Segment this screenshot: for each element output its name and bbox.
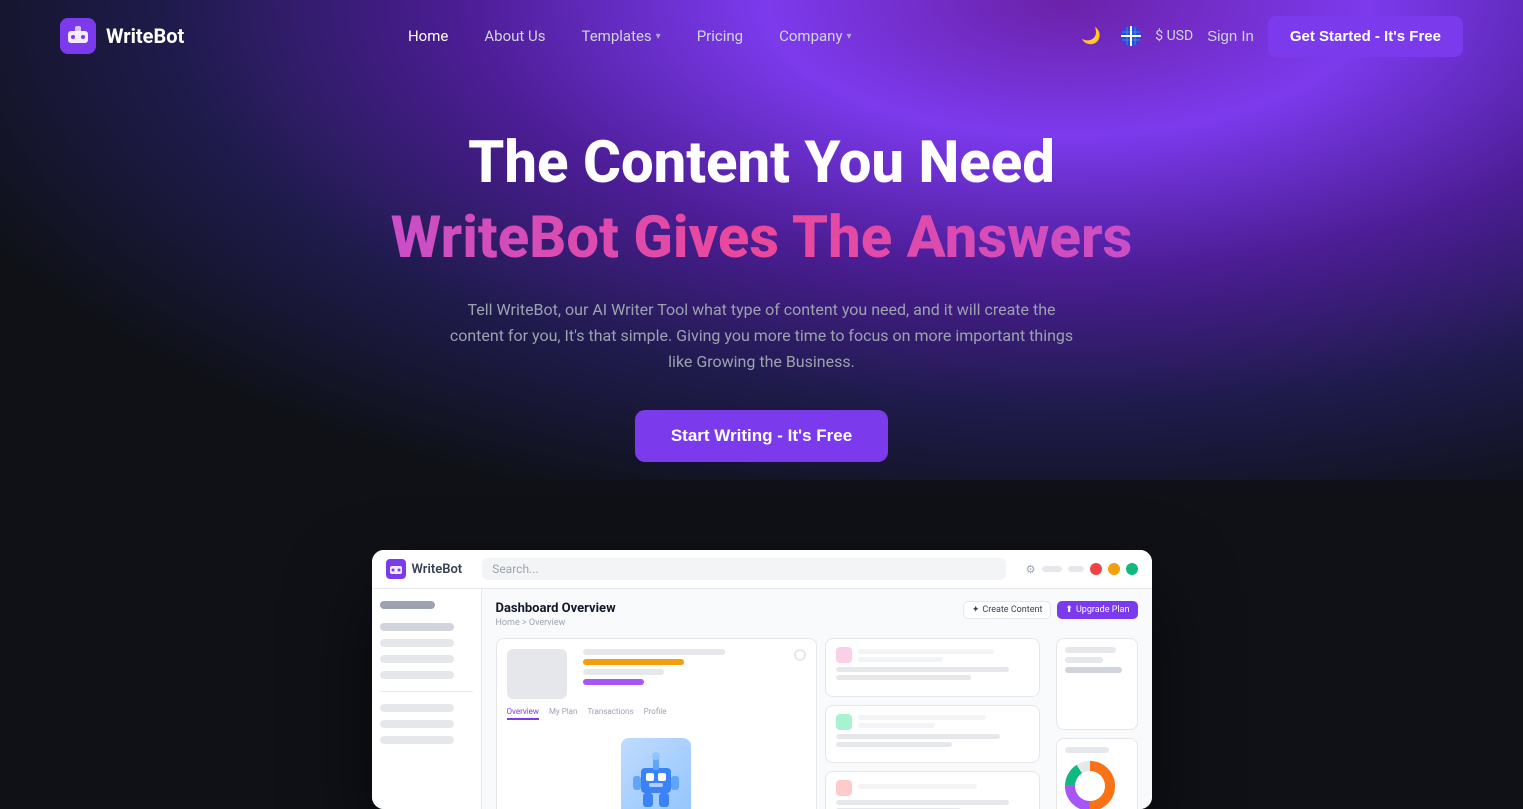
gear-icon: ⚙ (1026, 563, 1036, 576)
sidebar-item-5 (380, 704, 454, 712)
stats-bar-3 (1065, 667, 1123, 673)
mini-card-3-body (836, 800, 1028, 809)
plus-icon: ✦ (972, 605, 980, 615)
pie-chart-card (1056, 738, 1138, 809)
get-started-button[interactable]: Get Started - It's Free (1268, 16, 1463, 57)
dashboard-body: Dashboard Overview Home > Overview ✦ Cre… (372, 589, 1152, 809)
hero-title-line1: The Content You Need (20, 132, 1503, 196)
dashboard-titlebar: WriteBot Search... ⚙ (372, 550, 1152, 589)
card-line-2 (583, 669, 665, 675)
dash-logo-icon (386, 559, 406, 579)
progress-bar (1042, 566, 1062, 572)
dashboard-main-header: Dashboard Overview Home > Overview ✦ Cre… (496, 601, 1138, 628)
tab-profile: Profile (644, 707, 667, 720)
card-line-3 (583, 679, 644, 685)
nav-pricing[interactable]: Pricing (683, 19, 757, 53)
dash-logo: WriteBot (386, 559, 463, 579)
dashboard-breadcrumb: Home > Overview (496, 618, 616, 628)
pie-chart-svg (1065, 761, 1115, 809)
navbar: WriteBot Home About Us Templates ▾ Prici… (0, 0, 1523, 72)
upgrade-plan-button: ⬆ Upgrade Plan (1057, 601, 1137, 619)
dashboard-preview: WriteBot Search... ⚙ (372, 550, 1152, 809)
content-tabs: Overview My Plan Transactions Profile (507, 707, 807, 720)
mini-card-1-body (836, 667, 1028, 680)
pink-indicator (836, 647, 852, 663)
mini-card-1-lines (858, 649, 1028, 662)
mini-card-1-header (836, 647, 1028, 663)
dashboard-title: Dashboard Overview (496, 601, 616, 616)
sidebar-brand-placeholder (380, 601, 436, 609)
dashboard-search: Search... (482, 558, 1005, 580)
mini-card-3 (825, 771, 1039, 809)
mini-card-3-header (836, 780, 1028, 796)
templates-chevron-icon: ▾ (656, 31, 661, 42)
nav-about[interactable]: About Us (470, 19, 559, 53)
tab-my-plan: My Plan (549, 707, 578, 720)
dashboard-cards: Overview My Plan Transactions Profile (496, 638, 1138, 809)
progress-bar-2 (1068, 566, 1084, 572)
brand-logo[interactable]: WriteBot (60, 18, 184, 54)
brand-name: WriteBot (106, 24, 184, 48)
mini-card-3-lines (858, 784, 1028, 792)
sidebar-item-3 (380, 655, 454, 663)
red-indicator (836, 780, 852, 796)
sidebar-item-2 (380, 639, 454, 647)
illustration-area (507, 728, 807, 809)
hero-section: The Content You Need WriteBot Gives The … (0, 72, 1523, 502)
nav-right-controls: 🌙 $ USD Sign In Get Started - It's Free (1075, 16, 1463, 57)
mini-card-2-header (836, 714, 1028, 730)
mini-card-2-lines (858, 715, 1028, 728)
nav-company[interactable]: Company ▾ (765, 19, 865, 53)
teal-indicator (836, 714, 852, 730)
nav-menu: Home About Us Templates ▾ Pricing Compan… (394, 19, 866, 53)
sidebar-item-7 (380, 736, 454, 744)
dark-mode-toggle[interactable]: 🌙 (1075, 20, 1107, 52)
card-image-placeholder (507, 649, 567, 699)
hero-title-line2: WriteBot Gives The Answers (20, 204, 1503, 274)
sidebar-divider (380, 691, 473, 692)
sidebar-item-4 (380, 671, 454, 679)
mini-card-1 (825, 638, 1039, 696)
start-writing-button[interactable]: Start Writing - It's Free (635, 410, 888, 462)
company-chevron-icon: ▾ (847, 31, 852, 42)
stats-bar-1 (1065, 647, 1116, 653)
sidebar-item-1 (380, 623, 454, 631)
robot-illustration (621, 738, 691, 809)
mini-card-2-body (836, 734, 1028, 747)
card-content-lines (583, 649, 787, 699)
nav-home[interactable]: Home (394, 19, 462, 53)
card-line-progress (583, 659, 685, 665)
hero-subtitle: Tell WriteBot, our AI Writer Tool what t… (442, 297, 1082, 374)
dashboard-title-area: Dashboard Overview Home > Overview (496, 601, 616, 628)
stats-card (1056, 638, 1138, 730)
dashboard-sidebar (372, 589, 482, 809)
pie-label (1065, 747, 1110, 753)
upgrade-icon: ⬆ (1065, 605, 1073, 615)
maximize-window-icon (1126, 563, 1138, 575)
window-controls: ⚙ (1026, 563, 1138, 576)
stats-bar-2 (1065, 657, 1103, 663)
sidebar-item-6 (380, 720, 454, 728)
nav-templates[interactable]: Templates ▾ (568, 19, 675, 53)
main-content-card: Overview My Plan Transactions Profile (496, 638, 818, 809)
close-window-icon (1090, 563, 1102, 575)
card-line-1 (583, 649, 726, 655)
dashboard-header-buttons: ✦ Create Content ⬆ Upgrade Plan (963, 601, 1138, 619)
right-chart-column (1048, 638, 1138, 809)
mini-card-2 (825, 705, 1039, 763)
create-content-button: ✦ Create Content (963, 601, 1052, 619)
tab-transactions: Transactions (587, 707, 633, 720)
writebot-logo-icon (60, 18, 96, 54)
mini-cards-column (825, 638, 1039, 809)
language-flag-icon (1121, 26, 1141, 46)
currency-selector[interactable]: $ USD (1155, 28, 1193, 44)
robot-svg (631, 748, 681, 808)
card-status-icon (794, 649, 806, 661)
sign-in-button[interactable]: Sign In (1207, 28, 1254, 45)
tab-overview: Overview (507, 707, 539, 720)
dashboard-main-content: Dashboard Overview Home > Overview ✦ Cre… (482, 589, 1152, 809)
minimize-window-icon (1108, 563, 1120, 575)
